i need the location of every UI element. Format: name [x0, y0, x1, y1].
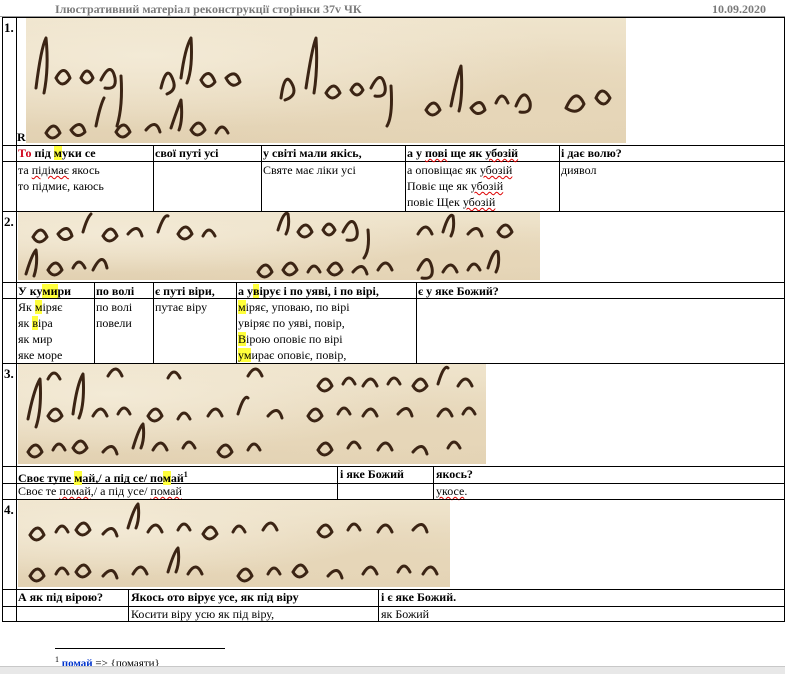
cell-line: укосе.	[436, 484, 468, 498]
cell-line: Повіє ще як убозій	[407, 179, 504, 193]
cell-line: повели	[96, 316, 132, 330]
cell-line: міряє, уповаю, по вірі	[238, 300, 350, 314]
cell-line: Своє те помай,/ а під усе/ помай	[18, 484, 182, 498]
row-marker: R	[17, 130, 26, 144]
footnote-mark: 1	[55, 655, 59, 664]
section-number: 2.	[4, 214, 14, 229]
document-date: 10.09.2020	[712, 2, 766, 16]
header-cell: Якось ото вірує усе, як під віру	[131, 590, 299, 604]
cell-line: як віра	[18, 316, 53, 330]
header-cell: якось?	[436, 467, 473, 481]
manuscript-image	[18, 364, 486, 464]
header-cell: і є яке Божий.	[381, 590, 457, 604]
cell-line: Косити віру усю як під віру,	[131, 607, 275, 621]
manuscript-image	[18, 500, 450, 587]
header-cell: є путі віри,	[155, 284, 215, 298]
cell-line: увіряє по уяві, повір,	[238, 316, 345, 330]
header-cell: і дає волю?	[561, 146, 622, 160]
document-title: Ілюстративний матеріал реконструкції сто…	[55, 2, 362, 16]
header-cell: У кумири	[18, 284, 72, 298]
header-cell: по волі	[96, 284, 135, 298]
footnote-separator	[55, 648, 225, 649]
page-header: Ілюстративний матеріал реконструкції сто…	[0, 0, 785, 17]
header-cell: То під муки се	[18, 146, 96, 160]
section-number: 3.	[4, 366, 14, 381]
header-cell: А як під вірою?	[18, 590, 104, 604]
header-cell: свої путі усі	[155, 146, 219, 160]
header-cell: у світі мали якісь,	[263, 146, 362, 160]
cell-line: повіє Щек убозій	[407, 195, 496, 209]
manuscript-image	[18, 212, 540, 280]
section-number: 1.	[4, 20, 14, 35]
header-cell: є у яке Божий?	[418, 284, 499, 298]
cell-line: диявол	[561, 163, 597, 177]
cell-line: то підмиє, каюсь	[18, 179, 104, 193]
cell-line: а оповіщає як убозій	[407, 163, 513, 177]
cell-line: по волі	[96, 300, 133, 314]
cell-line: як мир	[18, 332, 53, 346]
cell-line: як Божий	[381, 607, 430, 621]
cell-line: путає віру	[155, 300, 208, 314]
cell-line: Святе має ліки усі	[263, 163, 356, 177]
cell-line: яке море	[18, 348, 63, 362]
cell-line: умирає оповіє, повір,	[238, 348, 347, 362]
header-cell: і яке Божий	[340, 467, 404, 481]
manuscript-image	[26, 18, 626, 143]
cell-line: Вірою оповіє по вірі	[238, 332, 343, 346]
header-cell: а увірує і по уяві, і по вірі,	[238, 284, 379, 298]
cell-line: Як міряє	[18, 300, 63, 314]
footnote-ref: 1	[183, 470, 188, 479]
cell-line: та підімає якось	[18, 163, 100, 177]
section-number: 4.	[4, 502, 14, 517]
header-cell: а у пові ще як убозій	[407, 146, 519, 160]
